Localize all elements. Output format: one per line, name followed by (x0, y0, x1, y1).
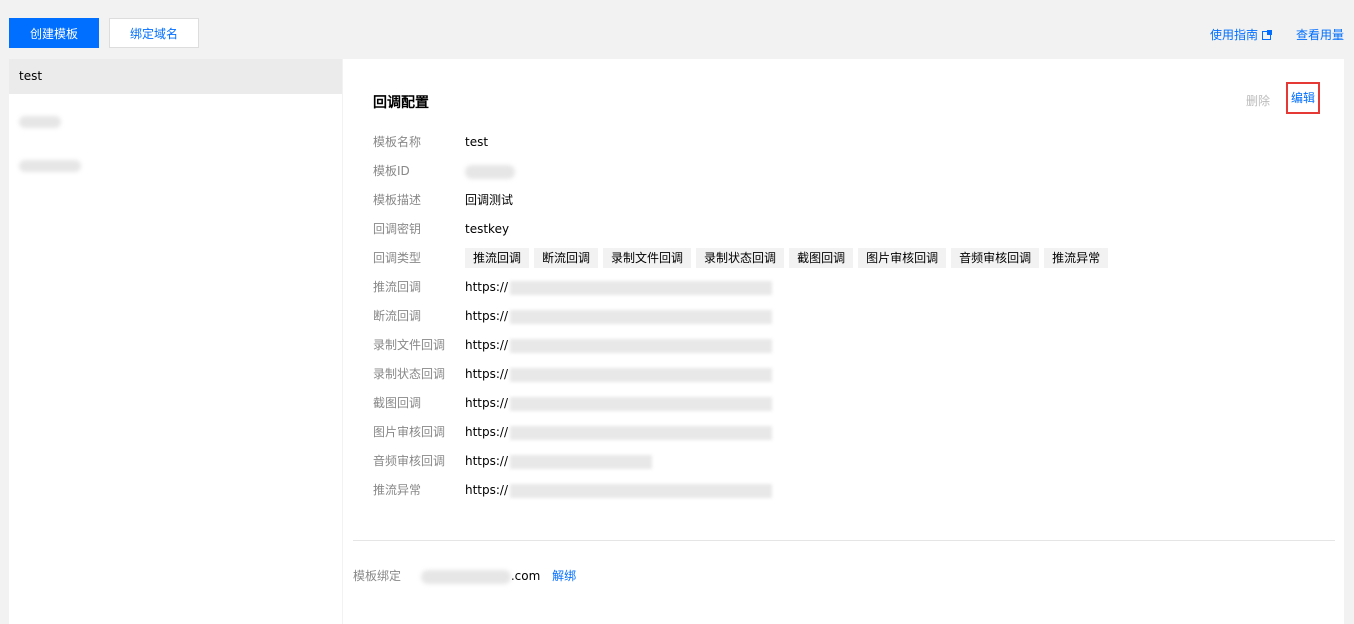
bind-domain-button[interactable]: 绑定域名 (109, 18, 199, 48)
field-row-id: 模板ID (373, 161, 1333, 181)
field-row-types: 回调类型 推流回调 断流回调 录制文件回调 录制状态回调 截图回调 图片审核回调… (373, 248, 1333, 268)
redacted-template-name (19, 159, 81, 172)
url-row: 录制状态回调 https:// (373, 364, 1333, 384)
field-row-name: 模板名称 test (373, 132, 1333, 152)
usage-guide-link[interactable]: 使用指南 (1210, 26, 1273, 43)
url-row: 截图回调 https:// (373, 393, 1333, 413)
url-row: 图片审核回调 https:// (373, 422, 1333, 442)
callback-type-tag: 推流异常 (1044, 248, 1109, 268)
field-label: 回调密钥 (373, 222, 422, 236)
field-value: test (465, 135, 489, 149)
url-prefix: https:// (465, 454, 509, 468)
url-value: https:// (465, 422, 773, 442)
domain-suffix: .com (510, 569, 541, 583)
url-value: https:// (465, 393, 773, 413)
create-template-button[interactable]: 创建模板 (9, 18, 99, 48)
delete-button[interactable]: 删除 (1246, 92, 1270, 109)
redacted-url (510, 454, 653, 469)
url-row: 断流回调 https:// (373, 306, 1333, 326)
callback-type-tag: 推流回调 (465, 248, 530, 268)
url-label: 断流回调 (373, 309, 422, 323)
url-label: 图片审核回调 (373, 425, 446, 439)
template-binding-row: 模板绑定 .com 解绑 (353, 566, 576, 586)
redacted-url (510, 483, 773, 498)
callback-type-tag: 断流回调 (534, 248, 599, 268)
field-label: 回调类型 (373, 251, 422, 265)
field-value (465, 161, 515, 181)
unbind-link[interactable]: 解绑 (552, 569, 576, 583)
field-row-desc: 模板描述 回调测试 (373, 190, 1333, 210)
url-label: 推流回调 (373, 280, 422, 294)
field-row-key: 回调密钥 testkey (373, 219, 1333, 239)
url-value: https:// (465, 335, 773, 355)
redacted-domain (420, 569, 511, 584)
redacted-id (465, 164, 515, 179)
template-detail-panel: 回调配置 删除 编辑 模板名称 test 模板ID 模板描述 回调测试 回调密钥… (343, 59, 1344, 624)
field-label: 模板ID (373, 164, 410, 178)
url-row: 录制文件回调 https:// (373, 335, 1333, 355)
redacted-url (510, 396, 773, 411)
redacted-url (510, 425, 773, 440)
template-list-item-label: test (19, 69, 43, 83)
url-label: 推流异常 (373, 483, 422, 497)
url-row: 推流回调 https:// (373, 277, 1333, 297)
url-label: 截图回调 (373, 396, 422, 410)
url-value: https:// (465, 364, 773, 384)
url-value: https:// (465, 451, 653, 471)
url-row: 推流异常 https:// (373, 480, 1333, 500)
url-prefix: https:// (465, 367, 509, 381)
callback-type-tag: 录制状态回调 (696, 248, 785, 268)
url-prefix: https:// (465, 280, 509, 294)
redacted-url (510, 367, 773, 382)
url-value: https:// (465, 306, 773, 326)
top-toolbar: 创建模板 绑定域名 使用指南 查看用量 (0, 0, 1354, 58)
callback-type-tag: 图片审核回调 (858, 248, 947, 268)
callback-type-tag: 录制文件回调 (603, 248, 692, 268)
template-list-item[interactable]: test (9, 59, 342, 94)
callback-type-tag: 音频审核回调 (951, 248, 1040, 268)
view-usage-link[interactable]: 查看用量 (1296, 26, 1344, 43)
field-value: testkey (465, 222, 510, 236)
redacted-url (510, 338, 773, 353)
redacted-url (510, 309, 773, 324)
callback-type-tags: 推流回调 断流回调 录制文件回调 录制状态回调 截图回调 图片审核回调 音频审核… (465, 248, 1109, 268)
url-prefix: https:// (465, 338, 509, 352)
template-list-item[interactable] (9, 104, 342, 139)
url-row: 音频审核回调 https:// (373, 451, 1333, 471)
url-label: 音频审核回调 (373, 454, 446, 468)
redacted-template-name (19, 115, 61, 128)
url-prefix: https:// (465, 483, 509, 497)
url-label: 录制状态回调 (373, 367, 446, 381)
url-value: https:// (465, 480, 773, 500)
panel-title: 回调配置 (373, 95, 429, 111)
url-prefix: https:// (465, 309, 509, 323)
field-label: 模板描述 (373, 193, 422, 207)
edit-button[interactable]: 编辑 (1286, 82, 1320, 114)
external-link-icon (1262, 30, 1273, 40)
url-value: https:// (465, 277, 773, 297)
template-list: test (9, 59, 342, 624)
url-label: 录制文件回调 (373, 338, 446, 352)
binding-label: 模板绑定 (353, 569, 402, 583)
section-divider (353, 540, 1335, 541)
url-prefix: https:// (465, 425, 509, 439)
url-prefix: https:// (465, 396, 509, 410)
field-value: 回调测试 (465, 193, 514, 207)
template-list-item[interactable] (9, 148, 342, 183)
redacted-url (510, 280, 773, 295)
usage-guide-label: 使用指南 (1210, 28, 1259, 42)
callback-type-tag: 截图回调 (789, 248, 854, 268)
field-label: 模板名称 (373, 135, 422, 149)
